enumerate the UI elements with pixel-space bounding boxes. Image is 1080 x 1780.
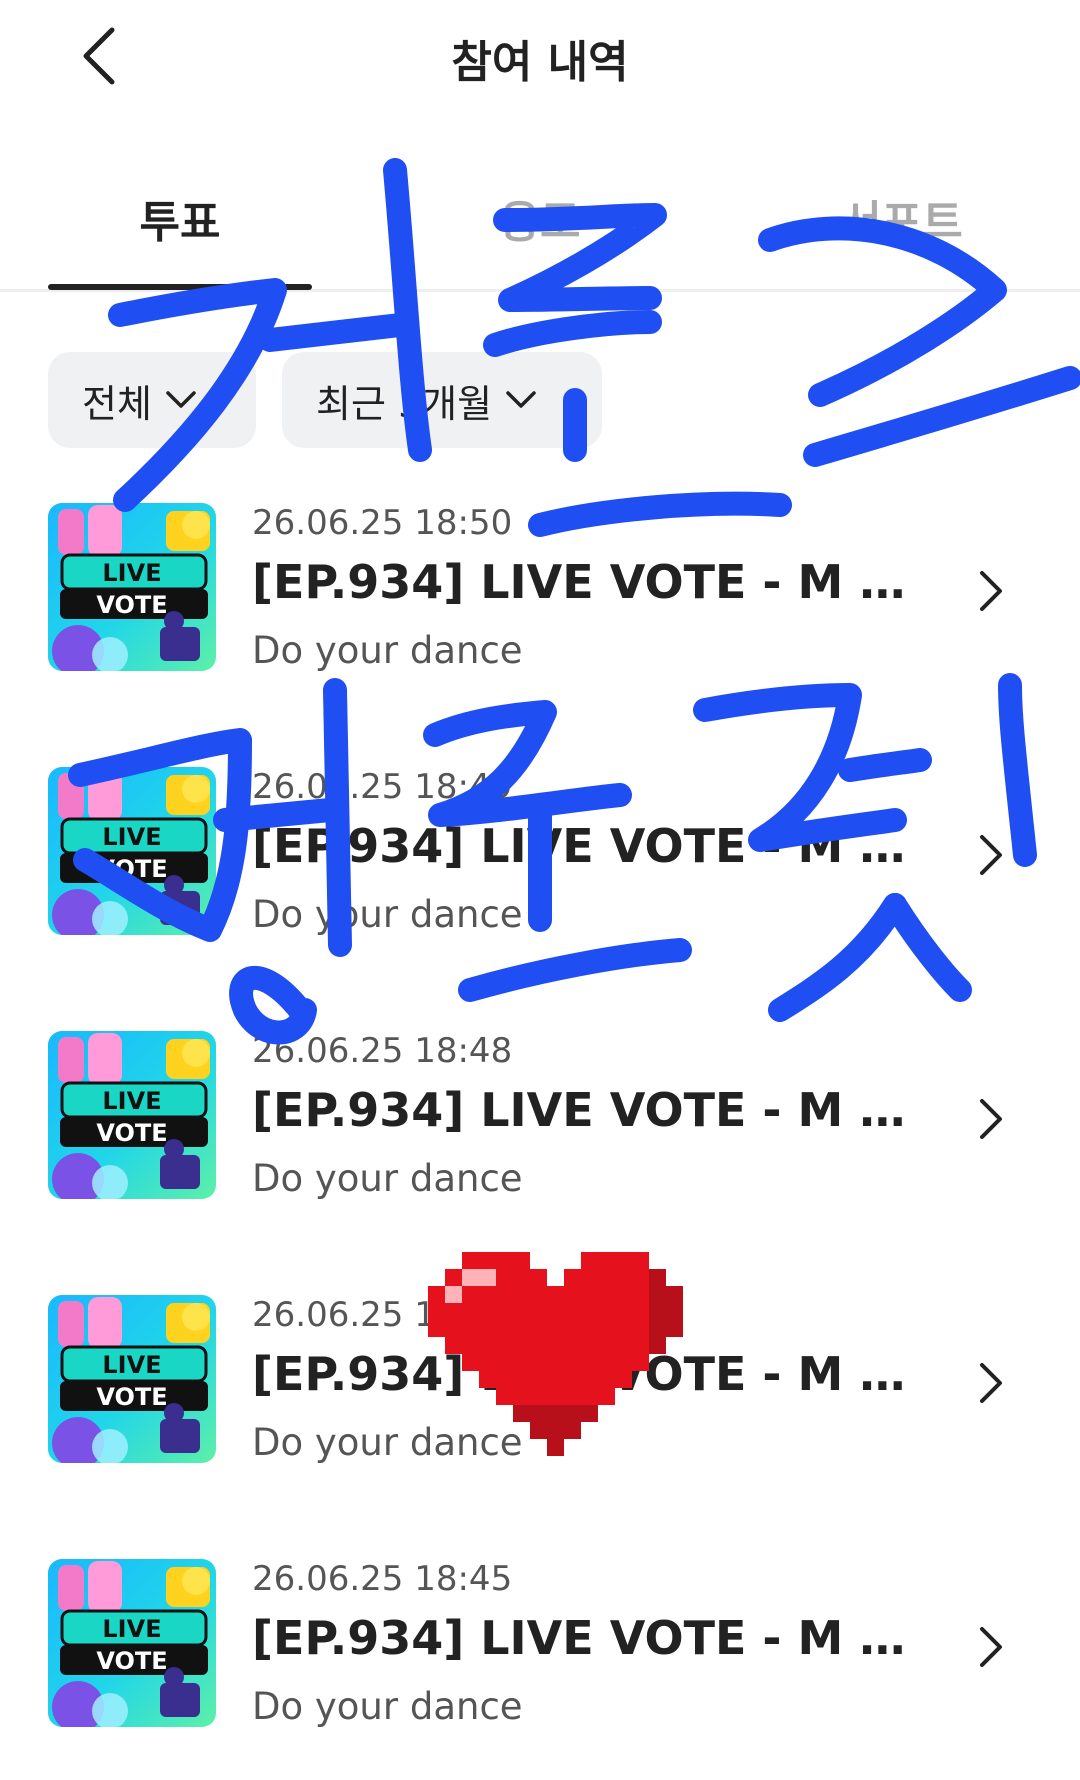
vote-thumbnail: LIVE VOTE <box>48 1295 216 1463</box>
vote-title: [EP.934] LIVE VOTE - M COUNTDOWN <box>252 555 912 609</box>
active-tab-indicator <box>48 284 312 290</box>
chevron-right-icon <box>980 835 1002 875</box>
heart-pixel <box>564 1269 581 1286</box>
vote-subtitle: Do your dance <box>252 893 523 936</box>
vote-subtitle: Do your dance <box>252 1157 523 1200</box>
heart-pixel <box>581 1269 598 1286</box>
chevron-right-icon <box>980 1363 1002 1403</box>
thumbnail-live-text: LIVE <box>102 559 161 587</box>
thumbnail-live-text: LIVE <box>102 1087 161 1115</box>
tab-votes[interactable]: 투표 <box>30 186 330 250</box>
heart-pixel <box>462 1269 479 1286</box>
vote-thumbnail: LIVE VOTE <box>48 767 216 935</box>
heart-pixel <box>513 1269 530 1286</box>
vote-date: 26.06.25 18:49 <box>252 767 513 807</box>
heart-pixel <box>598 1269 615 1286</box>
heart-pixel <box>581 1252 598 1269</box>
list-item[interactable]: LIVE VOTE 26.06.25 18:50 [EP.934] LIVE V… <box>0 503 1080 693</box>
thumbnail-vote-text: VOTE <box>96 1647 167 1675</box>
vote-title: [EP.934] LIVE VOTE - M COUNTDOWN <box>252 1347 912 1401</box>
vote-subtitle: Do your dance <box>252 1685 523 1728</box>
vote-date: 26.06.25 18:48 <box>252 1031 513 1071</box>
heart-pixel <box>462 1252 479 1269</box>
heart-pixel <box>632 1252 649 1269</box>
tab-applications[interactable]: 응모 <box>390 186 690 250</box>
thumbnail-vote-text: VOTE <box>96 591 167 619</box>
list-item[interactable]: LIVE VOTE 26.06.25 18:49 [EP.934] LIVE V… <box>0 767 1080 957</box>
list-item[interactable]: LIVE VOTE 26.06.25 18:48 [EP.934] LIVE V… <box>0 1031 1080 1221</box>
chevron-right-icon <box>980 1099 1002 1139</box>
vote-subtitle: Do your dance <box>252 1421 523 1464</box>
chevron-down-icon <box>166 391 196 408</box>
thumbnail-live-text: LIVE <box>102 1615 161 1643</box>
vote-title: [EP.934] LIVE VOTE - M COUNTDOWN <box>252 1611 912 1665</box>
vote-subtitle: Do your dance <box>252 629 523 672</box>
vote-thumbnail: LIVE VOTE <box>48 1559 216 1727</box>
category-filter-label: 전체 <box>82 381 152 426</box>
heart-pixel <box>496 1269 513 1286</box>
tab-support[interactable]: 서포트 <box>752 186 1052 250</box>
thumbnail-vote-text: VOTE <box>96 855 167 883</box>
vote-title: [EP.934] LIVE VOTE - M COUNTDOWN <box>252 819 912 873</box>
period-filter-dropdown[interactable]: 최근 3개월 <box>282 352 602 448</box>
heart-pixel <box>445 1269 462 1286</box>
category-filter-dropdown[interactable]: 전체 <box>48 352 256 448</box>
vote-date: 26.06.25 18:50 <box>252 503 513 543</box>
thumbnail-vote-text: VOTE <box>96 1119 167 1147</box>
thumbnail-live-text: LIVE <box>102 1351 161 1379</box>
heart-pixel <box>479 1269 496 1286</box>
vote-date: 26.06.25 18:45 <box>252 1559 513 1599</box>
heart-pixel <box>598 1252 615 1269</box>
list-item[interactable]: LIVE VOTE 26.06.25 18:45 [EP.934] LIVE V… <box>0 1559 1080 1749</box>
vote-date: 26.06.25 18:47 <box>252 1295 513 1335</box>
chevron-right-icon <box>980 571 1002 611</box>
thumbnail-vote-text: VOTE <box>96 1383 167 1411</box>
heart-pixel <box>496 1252 513 1269</box>
heart-pixel <box>632 1269 649 1286</box>
heart-pixel <box>479 1252 496 1269</box>
thumbnail-live-text: LIVE <box>102 823 161 851</box>
chevron-right-icon <box>980 1627 1002 1667</box>
heart-pixel <box>530 1269 547 1286</box>
chevron-down-icon <box>506 391 536 408</box>
heart-pixel <box>649 1269 666 1286</box>
vote-thumbnail: LIVE VOTE <box>48 1031 216 1199</box>
vote-title: [EP.934] LIVE VOTE - M COUNTDOWN <box>252 1083 912 1137</box>
heart-pixel <box>513 1252 530 1269</box>
page-title: 참여 내역 <box>451 37 629 88</box>
period-filter-label: 최근 3개월 <box>316 381 493 426</box>
list-item[interactable]: LIVE VOTE 26.06.25 18:47 [EP.934] LIVE V… <box>0 1295 1080 1485</box>
heart-pixel <box>615 1252 632 1269</box>
heart-pixel <box>615 1269 632 1286</box>
vote-thumbnail: LIVE VOTE <box>48 503 216 671</box>
participation-history-screen: 참여 내역 투표 응모 서포트 전체 최근 3개월 LIVE VOTE 26.0… <box>0 0 1080 1780</box>
